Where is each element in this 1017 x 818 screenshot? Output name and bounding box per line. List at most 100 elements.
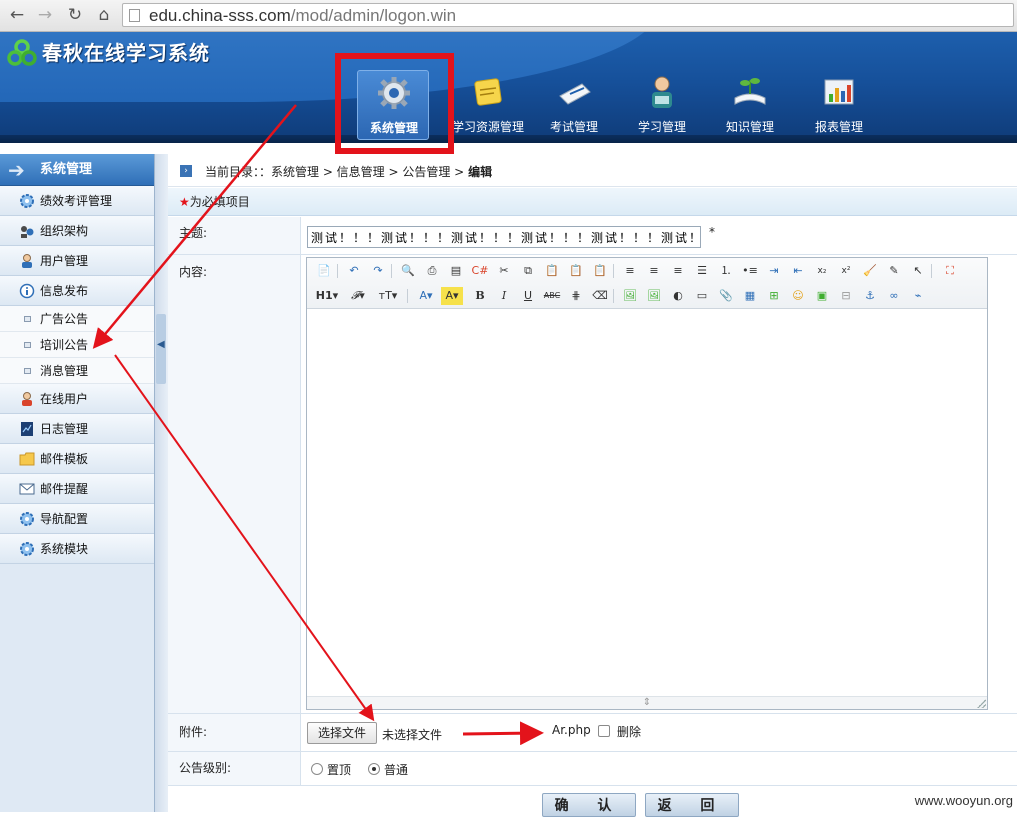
unlink-icon[interactable]: ⌁	[909, 287, 927, 305]
link-icon[interactable]: ∞	[885, 287, 903, 305]
back-icon[interactable]: ←	[6, 4, 28, 26]
sidebar-item-system-modules[interactable]: 系统模块	[0, 534, 154, 564]
strikethrough-icon[interactable]: ABC	[543, 287, 561, 305]
sidebar-item-online-users[interactable]: 在线用户	[0, 384, 154, 414]
rich-text-editor: 📄 ↶ ↷ 🔍 ⎙ ▤ C# ✂ ⧉ 📋 📋 📋 ≡ ≡ ≡ ☰ ⒈ •≡ ⇥ …	[306, 257, 988, 710]
undo-icon[interactable]: ↶	[345, 262, 363, 280]
superscript-icon[interactable]: x²	[837, 262, 855, 280]
sidebar-item-mail-reminder[interactable]: 邮件提醒	[0, 474, 154, 504]
heading-icon[interactable]: H1▾	[313, 287, 341, 305]
source-icon[interactable]: 📄	[315, 262, 333, 280]
anchor-icon[interactable]: ⚓	[861, 287, 879, 305]
page-break-icon[interactable]: ⊟	[837, 287, 855, 305]
highlight-box	[335, 53, 454, 154]
paste-word-icon[interactable]: 📋	[591, 262, 609, 280]
bullet-icon	[24, 368, 31, 374]
subject-input[interactable]	[307, 226, 701, 248]
address-bar[interactable]: edu.china-sss.com/mod/admin/logon.win	[122, 3, 1014, 27]
nav-exam-management[interactable]: 考试管理	[531, 72, 617, 138]
copy-icon[interactable]: ⧉	[519, 262, 537, 280]
outdent-icon[interactable]: ⇤	[789, 262, 807, 280]
fullscreen-icon[interactable]: ⛶	[941, 262, 959, 280]
sidebar-subitem-messages[interactable]: 消息管理	[0, 358, 154, 384]
template-icon[interactable]: ▤	[447, 262, 465, 280]
code-icon[interactable]: C#	[471, 262, 489, 280]
sidebar-item-performance[interactable]: 绩效考评管理	[0, 186, 154, 216]
forward-icon[interactable]: →	[34, 4, 56, 26]
font-family-icon[interactable]: 𝓕▾	[345, 287, 371, 305]
unordered-list-icon[interactable]: •≡	[741, 262, 759, 280]
emoticon-icon[interactable]: ☺	[789, 287, 807, 305]
reload-icon[interactable]: ↻	[64, 4, 86, 26]
flash-icon[interactable]: ◐	[669, 287, 687, 305]
sidebar-item-users[interactable]: 用户管理	[0, 246, 154, 276]
align-right-icon[interactable]: ≡	[669, 262, 687, 280]
font-size-icon[interactable]: тT▾	[375, 287, 401, 305]
media-icon[interactable]: ▭	[693, 287, 711, 305]
ordered-list-icon[interactable]: ⒈	[717, 262, 735, 280]
delete-checkbox[interactable]	[598, 725, 610, 737]
confirm-button[interactable]: 确 认	[542, 793, 636, 817]
highlight-color-icon[interactable]: A▾	[441, 287, 463, 305]
radio-normal[interactable]	[368, 763, 380, 775]
paste-icon[interactable]: 📋	[543, 262, 561, 280]
preview-icon[interactable]: 🔍	[399, 262, 417, 280]
collapse-handle[interactable]: ◀	[156, 314, 166, 384]
nav-label: 报表管理	[814, 120, 863, 134]
nav-study-management[interactable]: 学习管理	[619, 72, 705, 138]
person-icon	[652, 76, 672, 108]
clear-format-icon[interactable]: 🧹	[861, 262, 879, 280]
url-text: edu.china-sss.com/mod/admin/logon.win	[149, 6, 456, 26]
trefoil-logo-icon	[7, 39, 37, 66]
line-height-icon[interactable]: ⋕	[567, 287, 585, 305]
sidebar-item-mail-templates[interactable]: 邮件模板	[0, 444, 154, 474]
sidebar-splitter[interactable]: ◀	[154, 154, 168, 812]
table-icon[interactable]: ▦	[741, 287, 759, 305]
insert-image-icon[interactable]: 🖼	[621, 287, 639, 305]
sidebar-item-nav-config[interactable]: 导航配置	[0, 504, 154, 534]
font-color-icon[interactable]: A▾	[415, 287, 437, 305]
app-header: 春秋在线学习系统 系统管理 学习资源管理 考试管理 学习管理 知识管理 报表管理	[0, 32, 1017, 143]
attached-file-name[interactable]: Ar.php	[552, 723, 591, 737]
nav-learning-resources[interactable]: 学习资源管理	[445, 72, 531, 138]
editor-resize-bar[interactable]: ⇕	[307, 696, 987, 709]
bold-icon[interactable]: B	[471, 287, 489, 305]
map-icon[interactable]: ▣	[813, 287, 831, 305]
sidebar-item-organization[interactable]: 组织架构	[0, 216, 154, 246]
editor-body[interactable]	[307, 309, 987, 697]
align-center-icon[interactable]: ≡	[645, 262, 663, 280]
attachment-icon[interactable]: 📎	[717, 287, 735, 305]
home-icon[interactable]: ⌂	[93, 4, 115, 26]
eraser-icon[interactable]: ⌫	[591, 287, 609, 305]
subscript-icon[interactable]: x₂	[813, 262, 831, 280]
toolbar-separator	[337, 264, 338, 278]
radio-top[interactable]	[311, 763, 323, 775]
sidebar-item-logs[interactable]: 日志管理	[0, 414, 154, 444]
app-title: 春秋在线学习系统	[42, 41, 210, 65]
select-all-icon[interactable]: ✎	[885, 262, 903, 280]
redo-icon[interactable]: ↷	[369, 262, 387, 280]
insert-multi-image-icon[interactable]: 🖼	[645, 287, 663, 305]
underline-icon[interactable]: U	[519, 287, 537, 305]
cut-icon[interactable]: ✂	[495, 262, 513, 280]
italic-icon[interactable]: I	[495, 287, 513, 305]
print-icon[interactable]: ⎙	[423, 262, 441, 280]
paste-text-icon[interactable]: 📋	[567, 262, 585, 280]
sidebar-subitem-training-notice[interactable]: 培训公告	[0, 332, 154, 358]
level-label: 公告级别:	[168, 752, 301, 786]
toolbar-separator	[613, 289, 614, 303]
indent-icon[interactable]: ⇥	[765, 262, 783, 280]
justify-icon[interactable]: ☰	[693, 262, 711, 280]
choose-file-button[interactable]: 选择文件	[307, 722, 377, 744]
cursor-icon[interactable]: ↖	[909, 262, 927, 280]
align-left-icon[interactable]: ≡	[621, 262, 639, 280]
editor-toolbar: 📄 ↶ ↷ 🔍 ⎙ ▤ C# ✂ ⧉ 📋 📋 📋 ≡ ≡ ≡ ☰ ⒈ •≡ ⇥ …	[307, 258, 987, 309]
resize-grip-icon[interactable]	[977, 699, 986, 708]
sidebar-item-info-publish[interactable]: 信息发布	[0, 276, 154, 306]
nav-report-management[interactable]: 报表管理	[796, 72, 882, 138]
back-button[interactable]: 返 回	[645, 793, 739, 817]
sidebar-subitem-ad-notice[interactable]: 广告公告	[0, 306, 154, 332]
hr-icon[interactable]: ⊞	[765, 287, 783, 305]
nav-knowledge-management[interactable]: 知识管理	[707, 72, 793, 138]
toolbar-separator	[931, 264, 932, 278]
